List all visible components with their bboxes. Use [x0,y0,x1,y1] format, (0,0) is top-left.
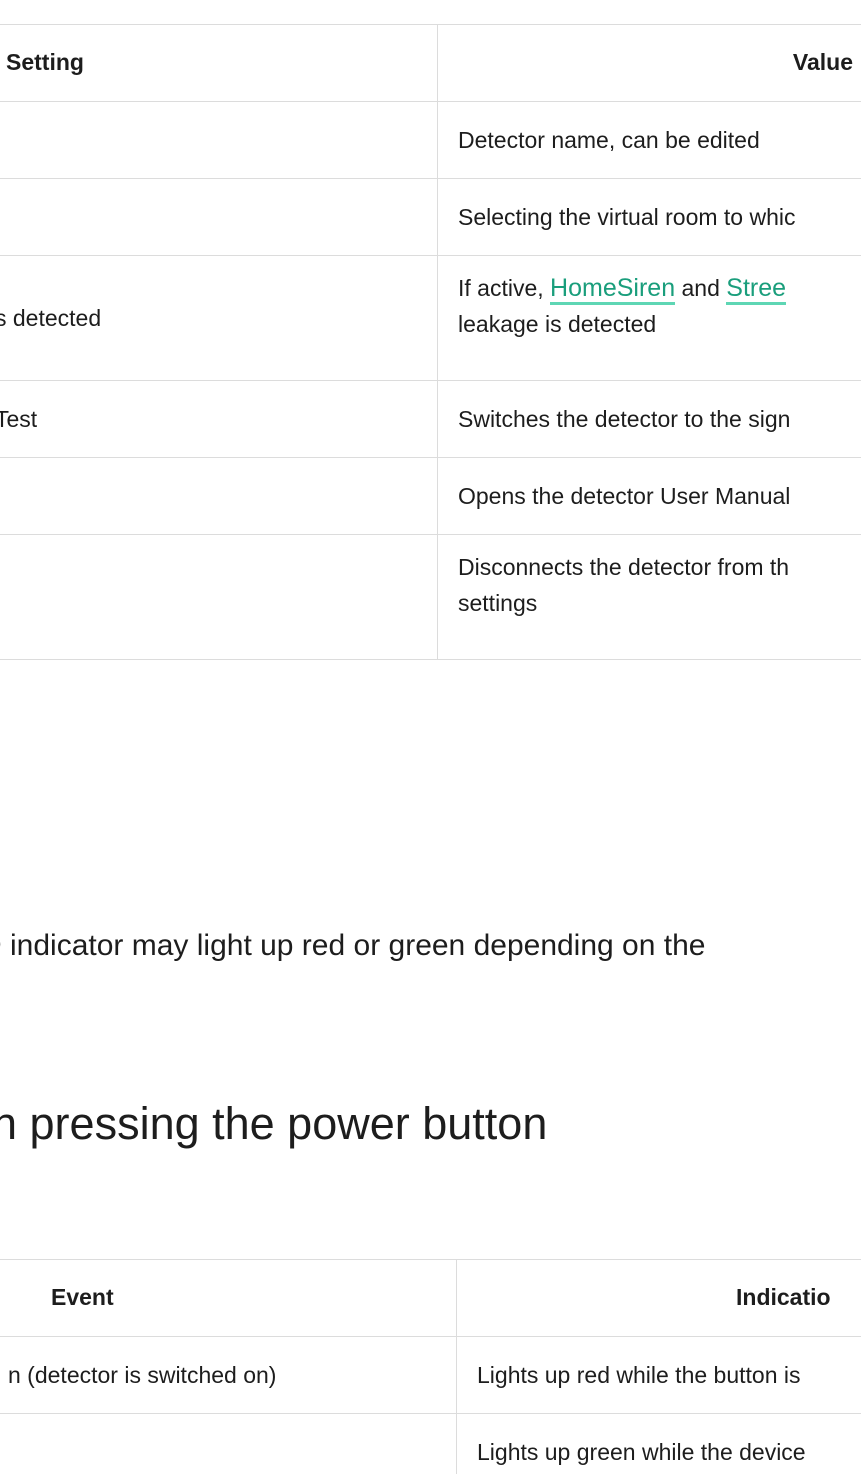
settings-table: Setting Value Detector name, can be edit… [0,24,861,660]
value-cell: Opens the detector User Manual [437,458,861,534]
event-cell [0,1414,456,1474]
value-line: Disconnects the detector from th [458,554,790,580]
table-header-row: Setting Value [0,25,861,102]
led-indicator-paragraph: D indicator may light up red or green de… [0,929,706,962]
setting-cell [0,458,437,534]
header-event: Event [51,1284,114,1310]
table-row: n (detector is switched on) Lights up re… [0,1337,861,1414]
table-header-row: Event Indicatio [0,1260,861,1337]
value-cell: Switches the detector to the sign [437,381,861,457]
table-row: Disconnects the detector from th setting… [0,535,861,660]
table-row: Opens the detector User Manual [0,458,861,535]
value-line-2: leakage is detected [458,311,657,337]
indication-cell: Lights up green while the device [456,1414,861,1474]
value-cell: Selecting the virtual room to whic [437,179,861,255]
value-line-2: settings [458,590,538,616]
indication-table: Event Indicatio n (detector is switched … [0,1259,861,1474]
setting-cell [0,102,437,178]
setting-cell: Test [0,406,38,432]
header-indication: Indicatio [456,1260,861,1336]
header-setting: Setting [6,49,84,75]
table-row: Detector name, can be edited [0,102,861,179]
setting-cell [0,179,437,255]
value-mid: and [675,275,727,301]
value-prefix: If active, [458,275,551,301]
setting-cell [0,535,437,659]
event-cell: n (detector is switched on) [8,1362,277,1388]
table-row: Test Switches the detector to the sign [0,381,861,458]
header-value: Value [437,25,861,101]
value-cell: Detector name, can be edited [437,102,861,178]
value-cell: Disconnects the detector from th setting… [437,535,861,659]
table-row: Lights up green while the device [0,1414,861,1474]
section-heading: n pressing the power button [0,1098,548,1149]
table-row: Selecting the virtual room to whic [0,179,861,256]
homesiren-link[interactable]: HomeSiren [550,274,676,305]
value-line: If active, HomeSiren and Stree [458,270,841,306]
value-cell: If active, HomeSiren and Stree leakage i… [437,256,861,380]
table-row: s detected If active, HomeSiren and Stre… [0,256,861,381]
setting-cell: s detected [0,305,102,331]
street-siren-link[interactable]: Stree [726,274,787,305]
indication-cell: Lights up red while the button is [456,1337,861,1413]
